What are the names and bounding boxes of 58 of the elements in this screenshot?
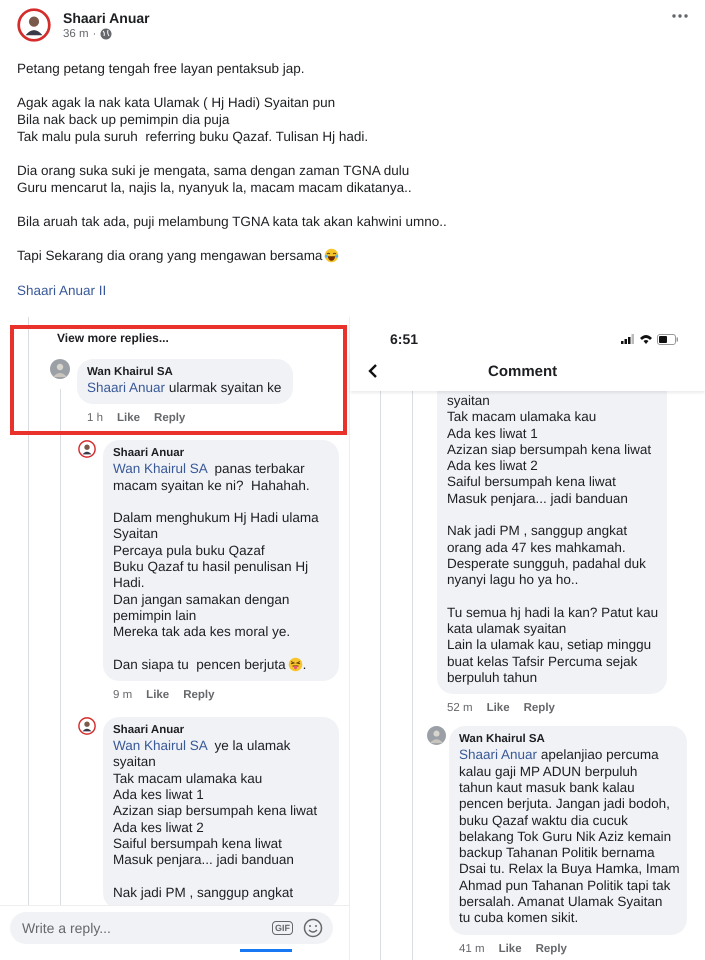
- comment-author[interactable]: Wan Khairul SA: [459, 733, 675, 746]
- separator-dot: ·: [92, 28, 96, 40]
- reply-field[interactable]: Write a reply... GIF: [10, 912, 333, 944]
- comment-time: 1 h: [87, 412, 103, 424]
- mention-link[interactable]: Wan Khairul SA: [113, 461, 208, 476]
- gif-button[interactable]: GIF: [272, 921, 293, 935]
- post-text: Petang petang tengah free layan pentaksub jap.: [17, 60, 306, 77]
- avatar: [78, 717, 96, 736]
- comment-text: Nak jadi PM , sanggup angkat orang ada 47 kes mahkamah. Desperate sungguh, padahal duk nyanyi lagu ho ya ho..: [447, 523, 647, 589]
- comment-text: Wan Khairul SA ye la ulamak syaitan Tak macam ulamaka kau Ada kes liwat 1 Azizan siap bersumpah kena liwat Ada kes liwat 2 Saiful bersumpah kena liwat Masuk penjara... jadi banduan: [113, 738, 318, 869]
- comment-time: 9 m: [113, 689, 132, 702]
- mention-link[interactable]: Shaari Anuar: [87, 380, 166, 395]
- comment-action-link[interactable]: Like: [486, 702, 510, 714]
- status-time: 6:51: [390, 331, 418, 347]
- comment-action-link[interactable]: Like: [498, 942, 522, 955]
- back-icon[interactable]: [368, 363, 378, 379]
- comment-text: Dalam menghukum Hj Hadi ulama Syaitan Percaya pula buku Qazaf Buku Qazaf tu hasil penulisan Hj Hadi. Dan jangan samakan dengan pemimpin lain Mereka tak ada kes moral ye.: [113, 510, 320, 641]
- post-author[interactable]: Shaari Anuar: [63, 10, 660, 26]
- smiley-icon[interactable]: [303, 918, 323, 938]
- tongue-face-icon: [288, 656, 303, 672]
- signal-icon: [621, 334, 635, 344]
- comment-action-link[interactable]: Reply: [524, 702, 555, 714]
- globe-icon: [100, 28, 112, 40]
- comment-action-link[interactable]: Reply: [154, 412, 186, 424]
- comment-author[interactable]: Shaari Anuar: [113, 447, 327, 460]
- battery-icon: [657, 334, 679, 344]
- post-text: Tapi Sekarang dia orang yang mengawan bersama: [17, 247, 688, 264]
- avatar: [50, 359, 70, 379]
- comment-text: Tu semua hj hadi la kan? Patut kau kata ulamak syaitan Lain la ulamak kau, setiap minggu buat kelas Tafsir Percuma sejak berpuluh tahun: [447, 604, 655, 686]
- post-text: Bila aruah tak ada, puji melambung TGNA kata tak akan kahwini umno..: [17, 213, 448, 230]
- post-text: Agak agak la nak kata Ulamak ( Hj Hadi) Syaitan pun Bila nak back up pemimpin dia puja Tak malu pula suruh referring buku Qazaf. Tulisan Hj hadi.: [17, 94, 370, 145]
- screen-title: Comment: [488, 362, 558, 380]
- wifi-icon: [639, 334, 653, 344]
- laughing-face-icon: [324, 248, 340, 263]
- view-more-replies-link[interactable]: View more replies...: [0, 317, 349, 345]
- avatar: [17, 8, 51, 42]
- post-text: Dia orang suka suki je mengata, sama dengan zaman TGNA dulu Guru mencarut la, najis la, nyanyuk la, macam macam dikatanya..: [17, 162, 413, 196]
- comment-text: Shaari Anuar ularmak syaitan ke: [87, 380, 282, 396]
- comment-author[interactable]: Shaari Anuar: [113, 724, 327, 736]
- comment-action-link[interactable]: Reply: [536, 942, 567, 955]
- comment-time: 52 m: [447, 702, 473, 714]
- avatar: [427, 726, 446, 746]
- comment-text: Wan Khairul SA panas terbakar macam syaitan ke ni? Hahahah.: [113, 461, 311, 494]
- comment-text: Dan siapa tu pencen berjuta .: [113, 656, 308, 674]
- comment-time: 41 m: [459, 942, 485, 955]
- post-time[interactable]: 36 m: [63, 28, 89, 40]
- more-options-icon[interactable]: [672, 14, 688, 18]
- avatar: [78, 440, 96, 458]
- comment-author[interactable]: Wan Khairul SA: [87, 366, 282, 378]
- mention-link[interactable]: Shaari Anuar: [459, 747, 538, 762]
- comment-text: syaitan Tak macam ulamaka kau Ada kes liwat 1 Azizan siap bersumpah kena liwat Ada kes liwat 2 Saiful bersumpah kena liwat Masuk penjara... jadi banduan: [447, 393, 652, 508]
- active-tab-indicator: [240, 949, 292, 952]
- mention-link[interactable]: Wan Khairul SA: [113, 738, 208, 754]
- comment-action-link[interactable]: Like: [146, 689, 170, 702]
- page-link[interactable]: Shaari Anuar II: [17, 283, 106, 298]
- comment-text: Nak jadi PM , sanggup angkat: [113, 884, 294, 902]
- comment-action-link[interactable]: Reply: [183, 689, 215, 702]
- comment-action-link[interactable]: Like: [117, 412, 140, 424]
